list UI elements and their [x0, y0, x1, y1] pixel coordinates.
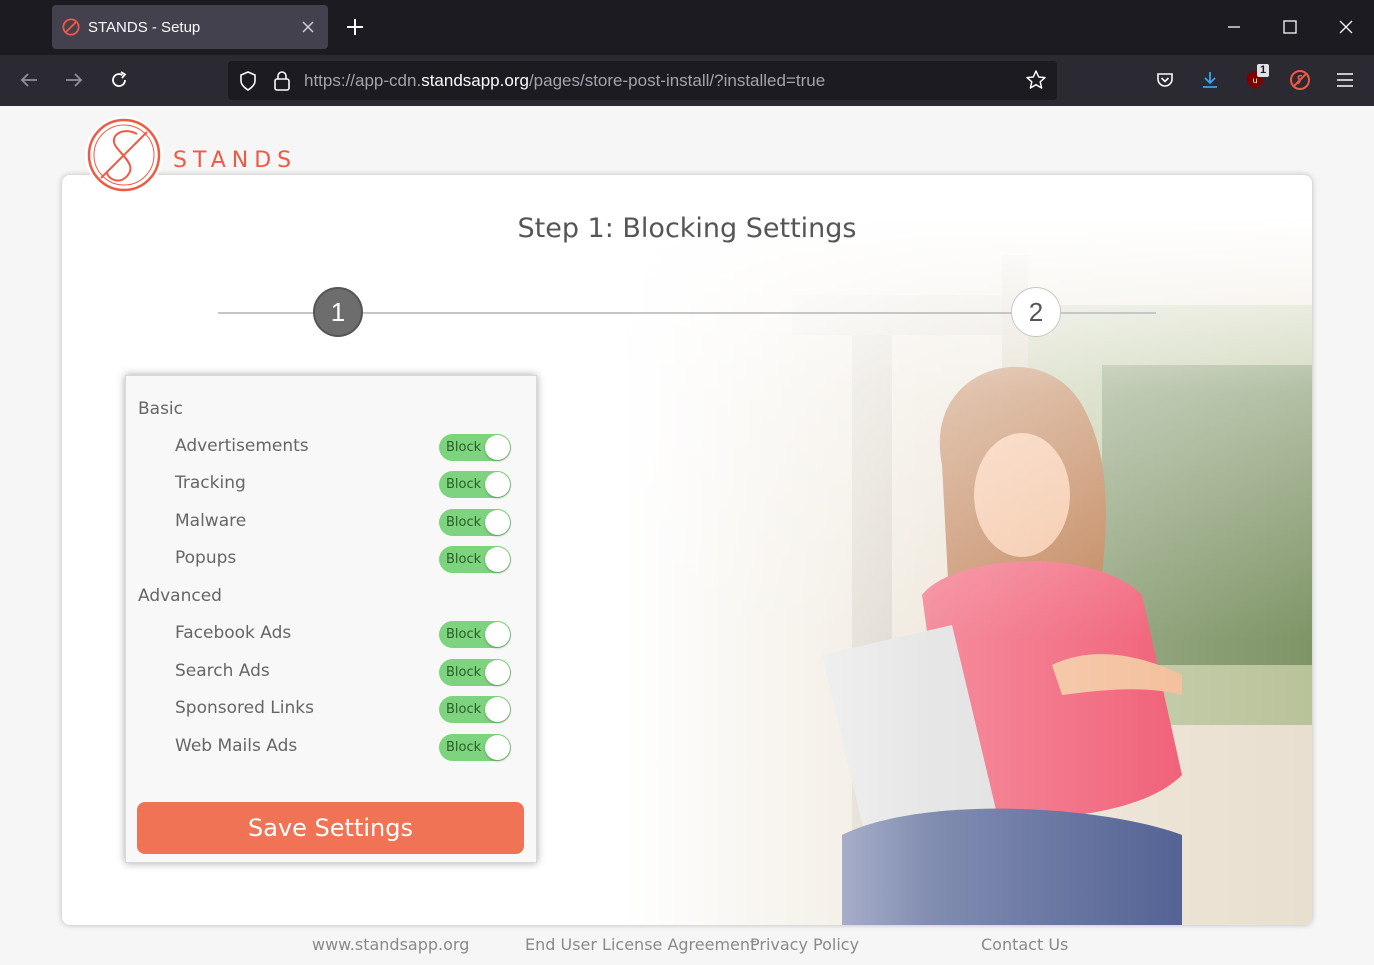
url-text[interactable]: https://app-cdn.standsapp.org/pages/stor… — [304, 71, 825, 91]
browser-tab-bar: STANDS - Setup — [0, 0, 1374, 55]
block-toggle-web-mails-ads[interactable]: Block — [439, 734, 511, 761]
setting-row-web-mails-ads: Web Mails Ads Block — [126, 732, 536, 762]
stands-favicon-icon — [62, 18, 80, 36]
forward-button[interactable] — [59, 65, 89, 95]
close-window-button[interactable] — [1331, 12, 1361, 42]
url-prefix: https://app-cdn. — [304, 71, 422, 90]
stands-logo-mark — [85, 116, 163, 194]
step-title: Step 1: Blocking Settings — [517, 213, 857, 244]
setting-label: Advertisements — [175, 436, 309, 456]
toggle-state: Block — [446, 702, 482, 717]
toggle-knob — [485, 510, 510, 535]
toggle-knob — [485, 472, 510, 497]
stands-extension-icon[interactable] — [1285, 65, 1315, 95]
new-tab-button[interactable] — [340, 12, 370, 42]
url-path: /pages/store-post-install/?installed=tru… — [528, 71, 826, 90]
download-icon[interactable] — [1195, 65, 1225, 95]
toggle-knob — [485, 435, 510, 460]
close-icon — [1339, 20, 1353, 34]
reload-icon — [112, 71, 127, 87]
browser-toolbar: https://app-cdn.standsapp.org/pages/stor… — [0, 55, 1374, 106]
settings-panel: Basic Advertisements Block Tracking Bloc… — [125, 375, 537, 863]
block-toggle-malware[interactable]: Block — [439, 509, 511, 536]
page-content: Step 1: Blocking Settings 1 2 Basic Adve… — [0, 106, 1374, 965]
setting-row-malware: Malware Block — [126, 507, 536, 537]
section-title-advanced: Advanced — [138, 586, 222, 606]
block-toggle-search-ads[interactable]: Block — [439, 659, 511, 686]
setting-row-advertisements: Advertisements Block — [126, 432, 536, 462]
toggle-knob — [485, 697, 510, 722]
star-icon[interactable] — [1025, 69, 1047, 96]
plus-icon — [347, 19, 363, 35]
toggle-state: Block — [446, 440, 482, 455]
shield-icon[interactable] — [238, 70, 258, 97]
setting-row-facebook-ads: Facebook Ads Block — [126, 619, 536, 649]
block-toggle-advertisements[interactable]: Block — [439, 434, 511, 461]
toggle-state: Block — [446, 552, 482, 567]
ublock-badge: 1 — [1257, 64, 1270, 77]
lock-icon[interactable] — [273, 70, 291, 97]
setting-label: Facebook Ads — [175, 623, 292, 643]
toggle-knob — [485, 735, 510, 760]
setup-card: Step 1: Blocking Settings 1 2 Basic Adve… — [62, 175, 1312, 925]
block-toggle-sponsored-links[interactable]: Block — [439, 696, 511, 723]
footer-link-website[interactable]: www.standsapp.org — [312, 935, 469, 954]
tab-title: STANDS - Setup — [88, 18, 201, 36]
toggle-state: Block — [446, 665, 482, 680]
setting-row-popups: Popups Block — [126, 544, 536, 574]
save-settings-button[interactable]: Save Settings — [137, 802, 524, 854]
brand-name: STANDS — [173, 147, 298, 173]
hamburger-menu-icon[interactable] — [1330, 65, 1360, 95]
arrow-left-icon — [20, 73, 37, 87]
setting-label: Search Ads — [175, 661, 270, 681]
setting-label: Malware — [175, 511, 247, 531]
url-host: standsapp.org — [421, 71, 529, 90]
block-toggle-facebook-ads[interactable]: Block — [439, 621, 511, 648]
step-2-indicator: 2 — [1011, 287, 1061, 337]
svg-text:u: u — [1252, 76, 1257, 85]
footer-link-eula[interactable]: End User License Agreement — [525, 935, 756, 954]
stands-logo-icon — [87, 118, 161, 192]
setting-label: Sponsored Links — [175, 698, 314, 718]
arrow-right-icon — [66, 73, 83, 87]
stands-logo[interactable]: STANDS — [85, 116, 297, 194]
pocket-icon[interactable] — [1150, 65, 1180, 95]
close-tab-icon[interactable] — [298, 17, 318, 37]
toggle-knob — [485, 622, 510, 647]
maximize-window-button[interactable] — [1275, 12, 1305, 42]
setting-label: Popups — [175, 548, 237, 568]
setting-row-search-ads: Search Ads Block — [126, 657, 536, 687]
minimize-window-button[interactable] — [1219, 12, 1249, 42]
section-title-basic: Basic — [138, 399, 184, 419]
address-bar[interactable]: https://app-cdn.standsapp.org/pages/stor… — [228, 61, 1057, 100]
toggle-state: Block — [446, 477, 482, 492]
setting-label: Web Mails Ads — [175, 736, 298, 756]
step-1-indicator: 1 — [313, 287, 363, 337]
setting-row-tracking: Tracking Block — [126, 469, 536, 499]
browser-tab[interactable]: STANDS - Setup — [52, 5, 328, 49]
block-toggle-tracking[interactable]: Block — [439, 471, 511, 498]
maximize-icon — [1283, 20, 1297, 34]
block-toggle-popups[interactable]: Block — [439, 546, 511, 573]
toggle-state: Block — [446, 515, 482, 530]
minimize-icon — [1228, 26, 1240, 28]
setting-label: Tracking — [175, 473, 246, 493]
setting-row-sponsored-links: Sponsored Links Block — [126, 694, 536, 724]
toggle-knob — [485, 660, 510, 685]
reload-button[interactable] — [104, 65, 134, 95]
footer-link-contact[interactable]: Contact Us — [981, 935, 1068, 954]
toggle-state: Block — [446, 740, 482, 755]
footer-link-privacy[interactable]: Privacy Policy — [750, 935, 859, 954]
hero-photo — [622, 215, 1312, 925]
back-button[interactable] — [14, 65, 44, 95]
toggle-state: Block — [446, 627, 482, 642]
toggle-knob — [485, 547, 510, 572]
